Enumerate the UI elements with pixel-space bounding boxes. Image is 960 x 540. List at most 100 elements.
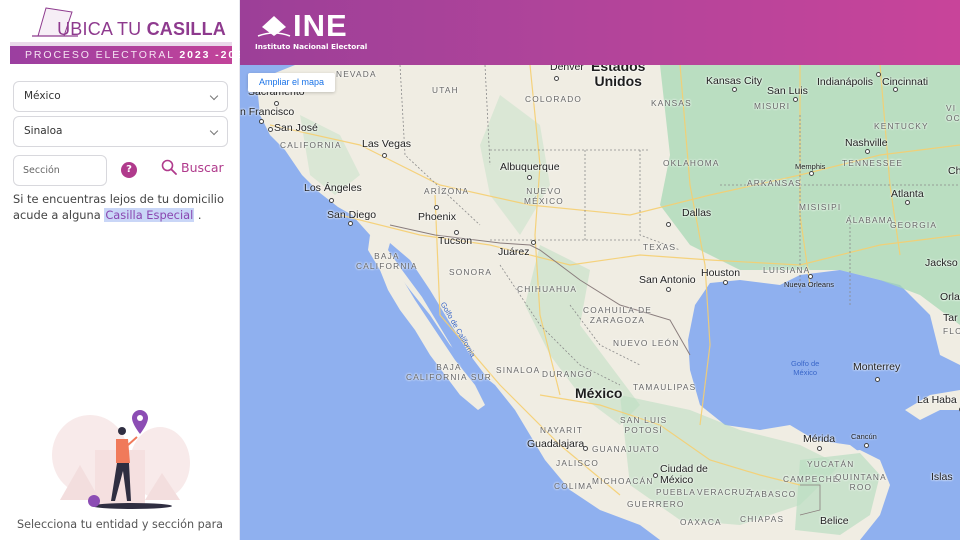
- ine-logo[interactable]: INE Instituto Nacional Electoral: [255, 10, 375, 54]
- map-label-city: Dallas: [682, 207, 712, 219]
- map-label-state: BAJA CALIFORNIA: [356, 251, 418, 271]
- map-label-city: Guadalajara: [527, 438, 585, 450]
- map-label-country: Estados Unidos: [591, 65, 646, 89]
- city-dot: [268, 127, 273, 132]
- map-label-state: ARIZONA: [424, 186, 470, 196]
- map-label-state: MICHOACÁN: [592, 476, 654, 486]
- city-dot: [817, 446, 822, 451]
- map-label-city: Kansas City: [706, 75, 763, 87]
- map-label-state: CALIFORNIA: [280, 140, 342, 150]
- map-label-state: ARKANSAS: [747, 178, 802, 188]
- map-label-state: CHIHUAHUA: [517, 284, 578, 294]
- section-input[interactable]: [13, 155, 107, 186]
- map-label-state: JALISCO: [556, 458, 599, 468]
- city-dot: [434, 205, 439, 210]
- city-dot: [732, 87, 737, 92]
- map-label-state: NAYARIT: [540, 425, 584, 435]
- city-dot: [583, 446, 588, 451]
- map-label-state: LUISIANA: [763, 265, 811, 275]
- city-dot: [876, 72, 881, 77]
- instruction-text: Selecciona tu entidad y sección para: [16, 518, 224, 531]
- ine-diamond-icon: [257, 16, 291, 37]
- app: UBICA TU CASILLA PROCESO ELECTORAL 2023 …: [0, 0, 960, 540]
- map-label-state: KENTUCKY: [874, 121, 929, 131]
- city-dot: [905, 200, 910, 205]
- map-label-city: Phoenix: [418, 211, 456, 223]
- map-label-city: Indianápolis: [817, 76, 874, 88]
- map-label-city: San Antonio: [639, 274, 696, 286]
- city-dot: [382, 153, 387, 158]
- ubica-tu-casilla-brand: UBICA TU CASILLA PROCESO ELECTORAL 2023 …: [10, 6, 250, 64]
- state-select[interactable]: Sinaloa: [13, 116, 228, 147]
- map-label-city: Nueva Orleans: [784, 280, 835, 289]
- map-label-city: n Francisco: [240, 106, 295, 118]
- map-label-state: SINALOA: [496, 365, 541, 375]
- country-select[interactable]: México: [13, 81, 228, 112]
- city-dot: [329, 198, 334, 203]
- map-label-state: GEORGIA: [890, 220, 938, 230]
- map-label-state: GUERRERO: [627, 499, 685, 509]
- city-dot: [864, 443, 869, 448]
- map-label-state: CAMPECHE: [783, 474, 840, 484]
- map-label-state: MISISIPI: [799, 202, 842, 212]
- map-label-city: Tucson: [438, 235, 473, 247]
- map-label-state: YUCATÁN: [807, 459, 855, 469]
- map-label-city: Mérida: [803, 433, 836, 445]
- map-label-city: Los Ángeles: [304, 182, 362, 194]
- map-label-state: SONORA: [449, 267, 493, 277]
- city-dot: [865, 149, 870, 154]
- map-label-city: Houston: [701, 267, 741, 279]
- notice-text-end: .: [194, 207, 202, 222]
- city-dot: [666, 222, 671, 227]
- map-label-city: Islas: [931, 471, 953, 483]
- map-label-state: TEXAS: [643, 242, 677, 252]
- map-label-state: ALABAMA: [846, 215, 894, 225]
- map-label-city: San José: [274, 122, 318, 134]
- ine-header: INE Instituto Nacional Electoral: [240, 0, 960, 65]
- city-dot: [666, 287, 671, 292]
- map-label-water: Golfo de México: [791, 359, 820, 377]
- map-label-state: COLORADO: [525, 94, 583, 104]
- woman-with-location-pin-illustration: [52, 410, 190, 509]
- city-dot: [531, 240, 536, 245]
- search-icon: [161, 159, 177, 175]
- map-label-state: BAJA CALIFORNIA SUR: [406, 362, 492, 382]
- map-label-city: San Diego: [327, 209, 377, 221]
- map-label-city: Albuquerque: [500, 161, 560, 173]
- brand-title: UBICA TU CASILLA: [57, 19, 226, 39]
- map-view[interactable]: Ampliar el mapa Estados Unidos México Den…: [240, 65, 960, 540]
- city-dot: [454, 230, 459, 235]
- map-label-state: COAHUILA DE ZARAGOZA: [583, 305, 652, 325]
- search-button[interactable]: Buscar: [161, 159, 224, 175]
- expand-map-button[interactable]: Ampliar el mapa: [248, 73, 336, 92]
- map-label-state: OAXACA: [680, 517, 722, 527]
- map-label-state: NEVADA: [336, 69, 377, 79]
- city-dot: [554, 76, 559, 81]
- map-label-city: Juárez: [498, 246, 530, 258]
- map-label-city: Tar: [943, 312, 958, 324]
- map-label-state: CHIAPAS: [740, 514, 785, 524]
- help-icon[interactable]: ?: [121, 162, 137, 178]
- map-label-state: VERACRUZ: [697, 487, 753, 497]
- map-label-city: Denver: [550, 65, 584, 73]
- map-label-state: UTAH: [432, 85, 459, 95]
- map-label-state: TABASCO: [749, 489, 797, 499]
- map-label-city: Las Vegas: [362, 138, 412, 150]
- map-label-city: La Haba: [917, 394, 957, 406]
- map-label-state: FLC: [943, 326, 960, 336]
- city-dot: [723, 280, 728, 285]
- city-dot: [875, 377, 880, 382]
- map-label-state: TENNESSEE: [842, 158, 904, 168]
- map-label-state: DURANGO: [542, 369, 593, 379]
- brand-process-bar: PROCESO ELECTORAL 2023 -2024: [10, 46, 250, 64]
- map-label-city: Cancún: [851, 432, 877, 441]
- casilla-especial-link[interactable]: Casilla Especial: [104, 207, 195, 222]
- map-label-state: COLIMA: [554, 481, 594, 491]
- map-label-city: Orla: [940, 291, 960, 303]
- map-label-city: Ch: [948, 165, 960, 177]
- map-label-state: GUANAJUATO: [592, 444, 660, 454]
- map-label-state: SAN LUIS POTOSÍ: [620, 415, 668, 435]
- country-select-value: México: [24, 90, 61, 102]
- ine-logo-text: INE: [293, 8, 348, 43]
- map-label-state: TAMAULIPAS: [633, 382, 697, 392]
